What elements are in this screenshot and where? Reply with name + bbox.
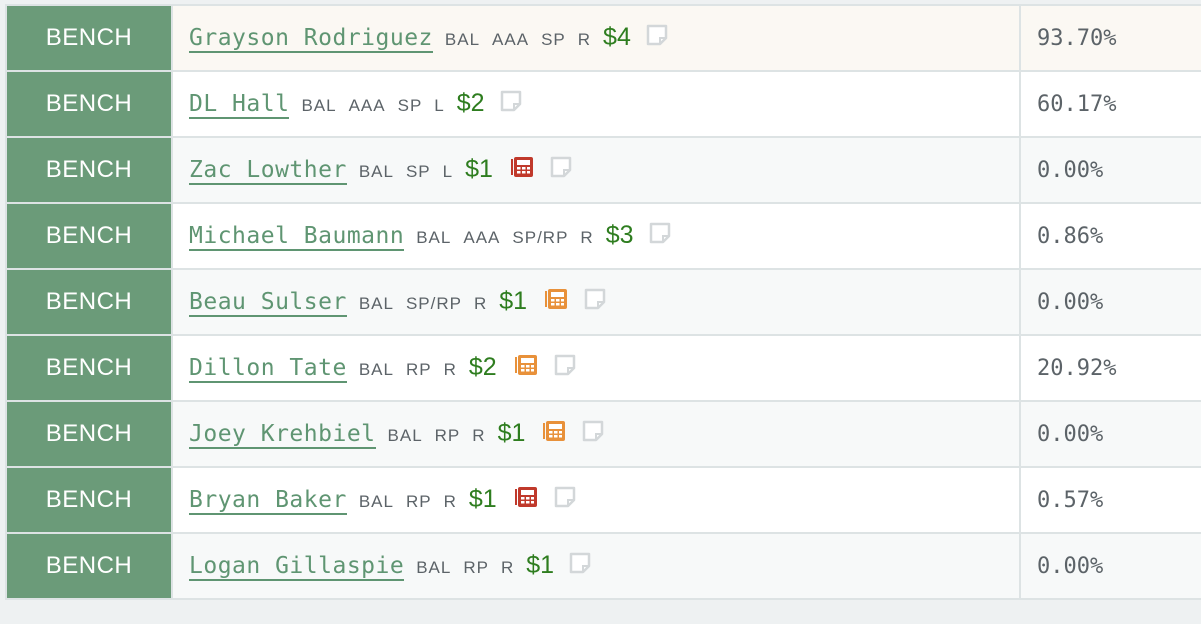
player-name-link[interactable]: Michael Baumann [189, 222, 405, 251]
player-price: $1 [497, 418, 526, 447]
player-price: $1 [465, 154, 493, 183]
note-icon[interactable] [549, 155, 573, 185]
ownership-percent: 0.00% [1019, 532, 1201, 600]
player-price: $4 [603, 22, 631, 51]
player-team: BAL [416, 227, 452, 247]
player-pos: SP/RP [405, 293, 462, 313]
player-hand: R [443, 359, 457, 379]
player-team: BAL [416, 557, 452, 577]
news-icon[interactable] [541, 287, 569, 317]
player-level: AAA [463, 227, 501, 247]
player-pos: SP [397, 95, 423, 115]
roster-table: BENCH Grayson Rodriguez BAL AAA SP R $4 93.70… [5, 4, 1201, 600]
player-price: $2 [456, 88, 485, 117]
player-name-link[interactable]: Grayson Rodriguez [189, 24, 433, 53]
player-cell: Zac Lowther BAL SP L $1 [171, 136, 1021, 204]
note-icon[interactable] [648, 221, 672, 251]
news-icon[interactable] [539, 419, 567, 449]
note-icon[interactable] [645, 23, 669, 53]
player-pos: SP [541, 29, 566, 49]
player-hand: L [434, 95, 445, 115]
player-hand: R [577, 29, 592, 49]
lineup-slot[interactable]: BENCH [5, 70, 173, 138]
player-team: BAL [358, 293, 394, 313]
player-team: BAL [358, 161, 394, 181]
ownership-percent: 0.00% [1019, 268, 1201, 336]
player-hand: R [472, 425, 486, 445]
player-level: AAA [348, 95, 386, 115]
table-row: BENCH Grayson Rodriguez BAL AAA SP R $4 93.70… [5, 4, 1201, 72]
player-team: BAL [444, 29, 481, 49]
player-cell: Beau Sulser BAL SP/RP R $1 [171, 268, 1021, 336]
table-row: BENCH Beau Sulser BAL SP/RP R $1 0.00% [5, 268, 1201, 336]
player-price: $1 [526, 550, 555, 579]
note-icon[interactable] [553, 485, 577, 515]
lineup-slot[interactable]: BENCH [5, 334, 173, 402]
player-price: $2 [468, 352, 497, 381]
ownership-percent: 93.70% [1019, 4, 1201, 72]
player-pos: RP [405, 359, 432, 379]
player-price: $1 [468, 484, 497, 513]
table-row: BENCH Joey Krehbiel BAL RP R $1 0.00% [5, 400, 1201, 468]
player-name-link[interactable]: Logan Gillaspie [189, 552, 405, 581]
player-pos: RP [434, 425, 461, 445]
player-hand: R [500, 557, 515, 577]
news-icon[interactable] [511, 485, 539, 515]
lineup-slot[interactable]: BENCH [5, 400, 173, 468]
player-pos: SP [405, 161, 431, 181]
lineup-slot[interactable]: BENCH [5, 532, 173, 600]
lineup-slot[interactable]: BENCH [5, 4, 173, 72]
note-icon[interactable] [499, 89, 523, 119]
lineup-slot[interactable]: BENCH [5, 202, 173, 270]
player-cell: Bryan Baker BAL RP R $1 [171, 466, 1021, 534]
player-pos: RP [405, 491, 432, 511]
lineup-slot[interactable]: BENCH [5, 268, 173, 336]
note-icon[interactable] [581, 419, 605, 449]
player-team: BAL [301, 95, 337, 115]
player-cell: Grayson Rodriguez BAL AAA SP R $4 [171, 4, 1021, 72]
player-cell: Joey Krehbiel BAL RP R $1 [171, 400, 1021, 468]
lineup-slot[interactable]: BENCH [5, 466, 173, 534]
news-icon[interactable] [511, 353, 539, 383]
player-name-link[interactable]: Joey Krehbiel [189, 420, 376, 449]
ownership-percent: 0.00% [1019, 136, 1201, 204]
ownership-percent: 20.92% [1019, 334, 1201, 402]
player-hand: R [580, 227, 594, 247]
player-pos: SP/RP [512, 227, 569, 247]
player-cell: Logan Gillaspie BAL RP R $1 [171, 532, 1021, 600]
player-level: AAA [492, 29, 530, 49]
player-name-link[interactable]: Beau Sulser [189, 288, 347, 317]
player-price: $1 [499, 286, 528, 315]
table-row: BENCH DL Hall BAL AAA SP L $2 60.17% [5, 70, 1201, 138]
ownership-percent: 60.17% [1019, 70, 1201, 138]
lineup-slot[interactable]: BENCH [5, 136, 173, 204]
player-hand: R [474, 293, 488, 313]
player-pos: RP [463, 557, 489, 577]
player-hand: L [442, 161, 454, 181]
table-row: BENCH Bryan Baker BAL RP R $1 0.57% [5, 466, 1201, 534]
table-row: BENCH Logan Gillaspie BAL RP R $1 0.00% [5, 532, 1201, 600]
table-row: BENCH Zac Lowther BAL SP L $1 0.00% [5, 136, 1201, 204]
player-name-link[interactable]: DL Hall [189, 90, 290, 119]
ownership-percent: 0.86% [1019, 202, 1201, 270]
player-cell: DL Hall BAL AAA SP L $2 [171, 70, 1021, 138]
player-price: $3 [605, 220, 634, 249]
note-icon[interactable] [553, 353, 577, 383]
player-name-link[interactable]: Bryan Baker [189, 486, 347, 515]
player-name-link[interactable]: Zac Lowther [189, 156, 347, 185]
note-icon[interactable] [568, 551, 592, 581]
news-icon[interactable] [507, 155, 535, 185]
player-team: BAL [358, 491, 394, 511]
ownership-percent: 0.00% [1019, 400, 1201, 468]
table-row: BENCH Dillon Tate BAL RP R $2 20.92% [5, 334, 1201, 402]
ownership-percent: 0.57% [1019, 466, 1201, 534]
table-row: BENCH Michael Baumann BAL AAA SP/RP R $3 0.86… [5, 202, 1201, 270]
player-cell: Michael Baumann BAL AAA SP/RP R $3 [171, 202, 1021, 270]
player-cell: Dillon Tate BAL RP R $2 [171, 334, 1021, 402]
player-name-link[interactable]: Dillon Tate [189, 354, 347, 383]
player-team: BAL [358, 359, 394, 379]
player-hand: R [443, 491, 457, 511]
player-team: BAL [387, 425, 423, 445]
note-icon[interactable] [583, 287, 607, 317]
